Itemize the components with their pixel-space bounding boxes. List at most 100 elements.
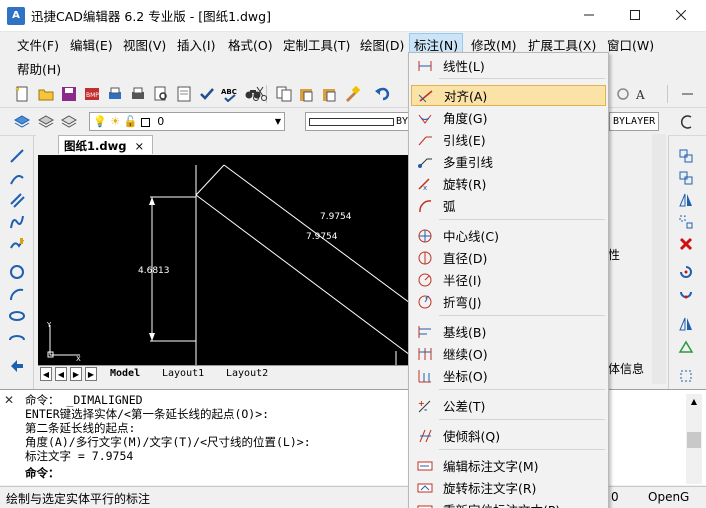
layers-icon[interactable] [12, 112, 32, 132]
dim-oblique-item[interactable]: 使倾斜(Q) [411, 425, 606, 446]
dim-aligned-item[interactable]: 对齐(A) [411, 85, 606, 106]
dim-arc-item[interactable]: 弧 [411, 195, 606, 216]
prev-layout-button[interactable]: ◀ [55, 367, 67, 381]
dim-linear-item[interactable]: 线性(L) [411, 55, 606, 76]
standard-toolbar: BMP ABC [0, 80, 408, 108]
undo-icon[interactable] [373, 84, 393, 104]
move-tool-icon[interactable] [676, 284, 696, 304]
menu-insert[interactable]: 插入(I) [173, 34, 219, 55]
dim-continue-item[interactable]: 继续(O) [411, 343, 606, 364]
new-file-icon[interactable] [12, 84, 32, 104]
layer-state-icon[interactable] [36, 112, 56, 132]
explode-tool-icon[interactable] [676, 366, 696, 386]
select-tool-icon[interactable] [7, 356, 27, 376]
status-opengl[interactable]: OpenG [648, 490, 689, 504]
batch-print-icon[interactable] [128, 84, 148, 104]
polyline-tool-icon[interactable] [7, 168, 27, 188]
paste-icon[interactable] [296, 84, 316, 104]
dim-ordinate-item[interactable]: 坐标(O) [411, 365, 606, 386]
print-preview-icon[interactable] [151, 84, 171, 104]
rotate-tool-icon[interactable] [676, 262, 696, 282]
scroll-thumb[interactable] [687, 432, 701, 448]
stretch-tool-icon[interactable] [676, 314, 696, 334]
menu-format[interactable]: 格式(O) [224, 34, 277, 55]
save-icon[interactable] [59, 84, 79, 104]
pan-left-icon[interactable] [677, 84, 697, 104]
dim-diameter-label: 直径(D) [443, 251, 488, 266]
offset-tool-icon[interactable] [676, 168, 696, 188]
print-icon[interactable] [105, 84, 125, 104]
page-setup-icon[interactable] [174, 84, 194, 104]
line-tool-icon[interactable] [7, 146, 27, 166]
drawing-canvas[interactable]: 4.6813 7.9754 7.9754 Y X [38, 155, 410, 365]
baseline-dim-icon [415, 323, 435, 341]
spellcheck-icon[interactable]: ABC [220, 84, 240, 104]
close-icon[interactable]: × [134, 139, 144, 153]
scroll-up-icon[interactable]: ▲ [686, 394, 702, 410]
double-line-tool-icon[interactable] [7, 190, 27, 210]
erase-tool-icon[interactable] [676, 234, 696, 254]
command-scrollbar[interactable]: ▲ [686, 394, 702, 484]
linetype-value: BY [396, 116, 409, 127]
text-style-icon[interactable]: A [633, 84, 653, 104]
dim-reposition-text-item[interactable]: 重新定位标注文本(P) [411, 499, 606, 508]
dim-centermark-item[interactable]: 中心线(C) [411, 225, 606, 246]
menu-draw[interactable]: 绘图(D) [356, 34, 408, 55]
linetype-select[interactable]: BY [305, 112, 413, 131]
next-layout-button[interactable]: ▶ [70, 367, 82, 381]
copy-tool-icon[interactable] [676, 146, 696, 166]
properties-scrollbar[interactable] [652, 134, 666, 384]
dim-angular-item[interactable]: 角度(G) [411, 107, 606, 128]
dim-multileader-item[interactable]: 多重引线 [411, 151, 606, 172]
orbit-icon[interactable] [677, 112, 697, 132]
close-button[interactable] [658, 0, 704, 30]
open-file-icon[interactable] [36, 84, 56, 104]
last-layout-button[interactable]: ▶ [85, 367, 97, 381]
dim-diameter-item[interactable]: 直径(D) [411, 247, 606, 268]
layout-tab-model[interactable]: Model [110, 366, 140, 382]
minimize-button[interactable] [566, 0, 612, 30]
layout-tab-layout2[interactable]: Layout2 [226, 366, 268, 382]
dim-radius-item[interactable]: 半径(I) [411, 269, 606, 290]
dim-rotated-item[interactable]: x 旋转(R) [411, 173, 606, 194]
layer-previous-icon[interactable] [59, 112, 79, 132]
menu-window[interactable]: 窗口(W) [603, 34, 658, 55]
dim-baseline-item[interactable]: 基线(B) [411, 321, 606, 342]
menu-view[interactable]: 视图(V) [119, 34, 170, 55]
menu-custom-tools[interactable]: 定制工具(T) [279, 34, 354, 55]
layer-select[interactable]: 💡 ☀ 🔓 0 ▼ [89, 112, 285, 131]
circle-tool-icon[interactable] [7, 262, 27, 282]
redo-icon[interactable] [613, 84, 633, 104]
maximize-button[interactable] [612, 0, 658, 30]
menu-file[interactable]: 文件(F) [13, 34, 63, 55]
dim-rotate-text-item[interactable]: 旋转标注文字(R) [411, 477, 606, 498]
document-tab[interactable]: 图纸1.dwg × [58, 135, 154, 154]
dim-leader-item[interactable]: 引线(E) [411, 129, 606, 150]
paste-special-icon[interactable] [319, 84, 339, 104]
ellipse-tool-icon[interactable] [7, 306, 27, 326]
command-prompt[interactable]: 命令： [25, 465, 60, 481]
check-icon[interactable] [197, 84, 217, 104]
first-layout-button[interactable]: ◀ [40, 367, 52, 381]
lineweight-select[interactable]: BYLAYER [609, 112, 659, 131]
match-properties-icon[interactable] [342, 84, 362, 104]
scale-tool-icon[interactable] [676, 336, 696, 356]
dim-jogged-item[interactable]: 折弯(J) [411, 291, 606, 312]
close-icon[interactable]: ✕ [4, 393, 14, 407]
sketch-tool-icon[interactable] [7, 234, 27, 254]
elliptic-arc-tool-icon[interactable] [7, 328, 27, 348]
menu-edit[interactable]: 编辑(E) [66, 34, 117, 55]
copy-icon[interactable] [274, 84, 294, 104]
spline-tool-icon[interactable] [7, 212, 27, 232]
layout-tab-layout1[interactable]: Layout1 [162, 366, 204, 382]
array-tool-icon[interactable] [676, 212, 696, 232]
mirror-tool-icon[interactable] [676, 190, 696, 210]
centermark-icon [415, 227, 435, 245]
dim-tolerance-item[interactable]: + - 公差(T) [411, 395, 606, 416]
dim-edit-text-item[interactable]: 编辑标注文字(M) [411, 455, 606, 476]
menu-help[interactable]: 帮助(H) [13, 58, 65, 79]
arc-tool-icon[interactable] [7, 284, 27, 304]
cut-icon[interactable] [250, 84, 270, 104]
save-image-icon[interactable]: BMP [82, 84, 102, 104]
ucs-y-label: Y [46, 321, 52, 329]
